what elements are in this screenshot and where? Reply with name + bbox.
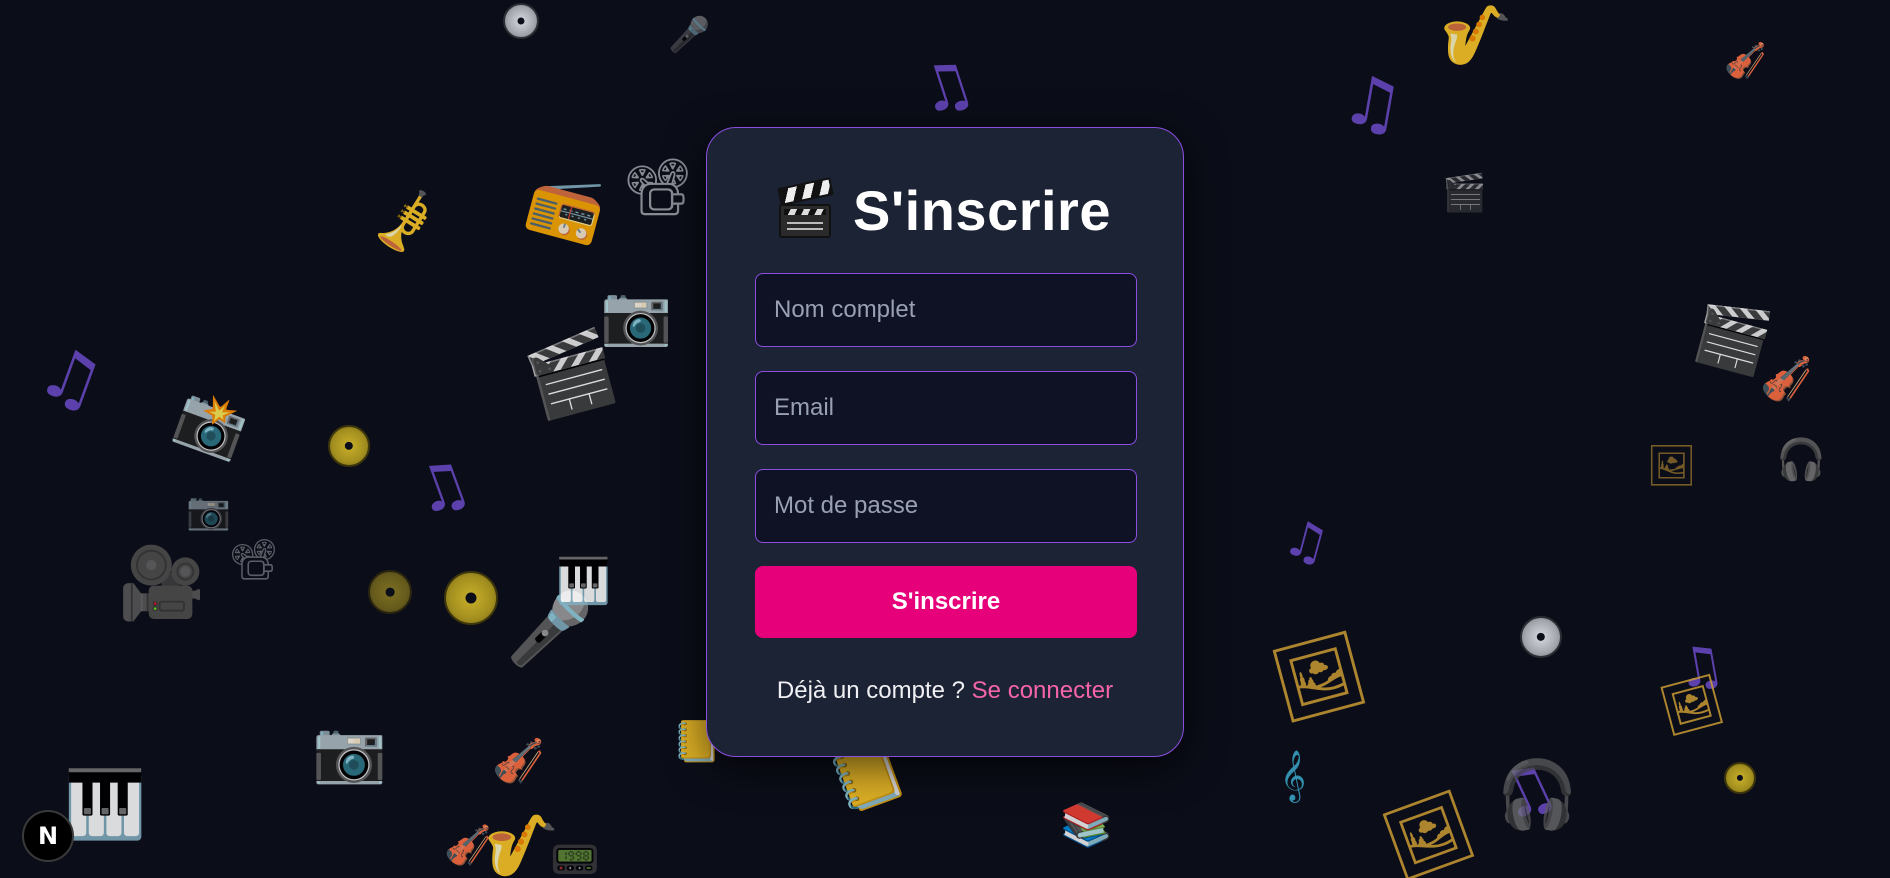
violin-icon: 🎻 [1724, 41, 1767, 81]
violin-icon: 🎻 [492, 736, 545, 785]
microphone-icon: 🎤 [668, 15, 711, 55]
headphones-icon: 🎧 [1496, 756, 1579, 833]
disc-icon [444, 571, 498, 625]
framed-picture-icon: 🖼 [1646, 443, 1697, 489]
clapperboard-icon: 🎬 [516, 321, 625, 427]
full-name-input[interactable] [755, 273, 1137, 347]
page-background: ♫ ♫ ♫ ♫ ♫ ♫ ♫ 📷 📷 📷 📸 🎬 🎬 🎬 📽 📽 🎥 📻 🎤 🎤 … [0, 0, 1890, 878]
disc-icon [1520, 616, 1562, 658]
page-title: S'inscrire [852, 179, 1111, 242]
framed-picture-icon: 🖼 [1372, 781, 1485, 878]
saxophone-icon: 🎺 [365, 186, 444, 262]
dev-tools-badge[interactable]: N [22, 810, 74, 862]
login-prompt-row: Déjà un compte ? Se connecter [707, 677, 1183, 705]
film-projector-icon: 📽 [228, 537, 279, 583]
disc-icon [1724, 762, 1756, 794]
login-prompt-text: Déjà un compte ? [776, 677, 965, 704]
signup-card: S'inscrire S'inscrire Déjà un compte ? S… [706, 127, 1184, 757]
piano-keys-icon: 🎹 [64, 766, 147, 843]
password-input[interactable] [755, 469, 1137, 543]
dev-badge-label: N [37, 822, 59, 850]
film-projector-icon: 📽 [622, 155, 694, 220]
books-icon: 📚 [1060, 800, 1113, 849]
saxophone-icon: 🎷 [484, 811, 559, 878]
camera-icon: 📷 [312, 717, 387, 787]
signup-button[interactable]: S'inscrire [755, 566, 1137, 638]
device-icon: 📟 [550, 837, 600, 878]
saxophone-icon: 🎷 [1440, 1, 1513, 69]
framed-picture-icon: 🖼 [1653, 668, 1730, 742]
violin-icon: 🎻 [1760, 354, 1813, 403]
treble-clef-icon: 𝄞 [1280, 750, 1307, 801]
camera-icon: 📷 [186, 491, 231, 532]
login-link[interactable]: Se connecter [972, 677, 1113, 704]
music-notes-icon: ♫ [403, 442, 481, 531]
film-projector-icon: 🎥 [118, 542, 206, 624]
email-input[interactable] [755, 371, 1137, 445]
framed-picture-icon: 🖼 [1262, 623, 1376, 731]
music-notes-icon: ♫ [907, 43, 984, 130]
music-notes-icon: ♫ [27, 327, 115, 427]
camera-icon: 📷 [600, 281, 673, 349]
radio-icon: 📻 [519, 159, 614, 250]
disc-icon [328, 425, 370, 467]
disc-icon [503, 3, 539, 39]
music-notes-icon: ♫ [1277, 507, 1336, 575]
violin-icon: 🎻 [444, 823, 492, 867]
title-row: S'inscrire [707, 176, 1183, 243]
clapperboard-icon [777, 176, 834, 238]
camera-icon: 📸 [167, 381, 255, 466]
headphones-icon: 🎧 [1776, 437, 1826, 483]
disc-icon [368, 570, 412, 614]
piano-keys-icon: 🎹 [556, 556, 611, 607]
music-notes-icon: ♫ [1335, 59, 1410, 148]
clapperboard-icon: 🎬 [1442, 173, 1487, 214]
